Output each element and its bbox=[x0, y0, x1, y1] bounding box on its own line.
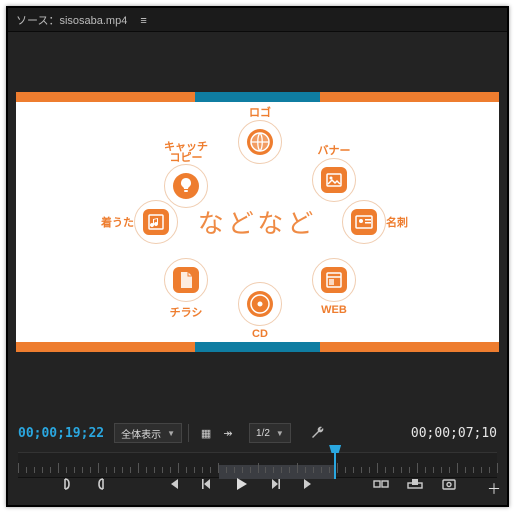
insert-button[interactable] bbox=[371, 474, 391, 494]
source-tab[interactable]: ソース：sisosaba.mp4 bbox=[16, 15, 127, 27]
panel-menu-icon[interactable]: ≡ bbox=[140, 15, 146, 27]
wrench-icon[interactable] bbox=[309, 424, 327, 442]
goto-in-button[interactable] bbox=[163, 474, 183, 494]
timecode-in[interactable]: 00;00;19;22 bbox=[18, 426, 104, 441]
fit-select-value: 全体表示 bbox=[121, 426, 161, 441]
music-icon bbox=[143, 209, 169, 235]
panel-tabs: ソース：sisosaba.mp4 ≡ bbox=[8, 8, 507, 32]
timecode-out[interactable]: 00;00;07;10 bbox=[411, 426, 497, 441]
decor-stripe-bottom bbox=[16, 342, 499, 352]
node-label: ロゴ bbox=[224, 104, 296, 120]
node-web: WEB bbox=[298, 258, 370, 316]
overwrite-button[interactable] bbox=[405, 474, 425, 494]
globe-icon bbox=[247, 129, 273, 155]
separator bbox=[188, 424, 189, 442]
export-frame-button[interactable] bbox=[439, 474, 459, 494]
browser-icon bbox=[321, 267, 347, 293]
add-button[interactable]: ＋ bbox=[487, 479, 501, 499]
monitor-controls: 00;00;19;22 全体表示 ▼ ▦ ↠ 1/2 ▼ 00;00;07;10 bbox=[18, 420, 497, 446]
play-button[interactable] bbox=[231, 474, 251, 494]
id-card-icon bbox=[351, 209, 377, 235]
step-back-button[interactable] bbox=[197, 474, 217, 494]
node-cd: CD bbox=[224, 282, 296, 340]
node-label: 着うた bbox=[101, 214, 134, 230]
video-preview[interactable]: などなど ロゴ バナー 名刺 WEB CD bbox=[16, 92, 499, 352]
mark-out-button[interactable] bbox=[91, 474, 111, 494]
node-label: キャッチ コピー bbox=[150, 142, 222, 164]
step-forward-button[interactable] bbox=[265, 474, 285, 494]
node-label: CD bbox=[224, 328, 296, 340]
goto-out-button[interactable] bbox=[299, 474, 319, 494]
node-label: WEB bbox=[298, 304, 370, 316]
node-flyer: チラシ bbox=[150, 258, 222, 320]
chevron-down-icon: ▼ bbox=[167, 429, 175, 438]
grid-icon[interactable]: ▦ bbox=[197, 424, 215, 442]
resolution-value: 1/2 bbox=[256, 428, 270, 439]
node-meishi: 名刺 bbox=[328, 200, 400, 246]
resolution-select[interactable]: 1/2 ▼ bbox=[249, 423, 291, 443]
disc-icon bbox=[247, 291, 273, 317]
node-label: バナー bbox=[298, 142, 370, 158]
transport-bar bbox=[8, 469, 507, 499]
chevron-down-icon: ▼ bbox=[276, 429, 284, 438]
step-icon[interactable]: ↠ bbox=[219, 424, 237, 442]
node-banner: バナー bbox=[298, 142, 370, 204]
node-label: チラシ bbox=[150, 304, 222, 320]
fit-select[interactable]: 全体表示 ▼ bbox=[114, 423, 182, 443]
node-catch: キャッチ コピー bbox=[150, 142, 222, 210]
node-logo: ロゴ bbox=[224, 104, 296, 166]
decor-stripe-top bbox=[16, 92, 499, 102]
image-icon bbox=[321, 167, 347, 193]
node-label: 名刺 bbox=[386, 214, 408, 230]
bulb-icon bbox=[173, 173, 199, 199]
mark-in-button[interactable] bbox=[57, 474, 77, 494]
document-icon bbox=[173, 267, 199, 293]
